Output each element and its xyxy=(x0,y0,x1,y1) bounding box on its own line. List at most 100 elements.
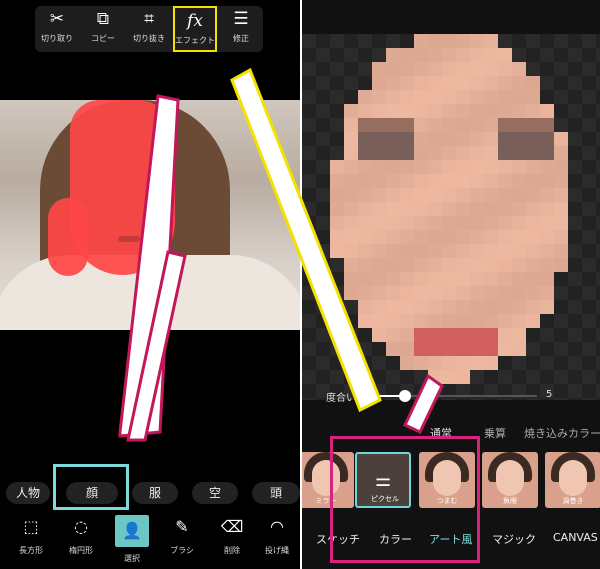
mosaic-tile xyxy=(400,174,414,188)
mosaic-tile xyxy=(498,356,512,370)
crop-tool[interactable]: ⌗ 切り抜き xyxy=(127,6,171,52)
mosaic-tile xyxy=(554,356,568,370)
mosaic-tile xyxy=(386,118,400,132)
mosaic-tile xyxy=(442,104,456,118)
mosaic-tile xyxy=(526,202,540,216)
effect-thumb-fisheye[interactable]: 魚眼 xyxy=(482,452,538,508)
mosaic-tile xyxy=(554,62,568,76)
effect-thumb-swirl[interactable]: 渦巻き xyxy=(545,452,600,508)
mosaic-tile xyxy=(316,188,330,202)
mosaic-tile xyxy=(442,216,456,230)
mosaic-tile xyxy=(554,104,568,118)
brush-tool[interactable]: ✎ ブラシ xyxy=(157,515,207,556)
mosaic-tile xyxy=(596,174,600,188)
mosaic-tile xyxy=(358,342,372,356)
rectangle-select-tool[interactable]: ⬚ 長方形 xyxy=(6,515,56,556)
mosaic-tile xyxy=(568,188,582,202)
mosaic-tile xyxy=(358,286,372,300)
mosaic-tile xyxy=(554,34,568,48)
mosaic-tile xyxy=(582,230,596,244)
effect-tool[interactable]: fx エフェクト xyxy=(173,6,217,52)
mosaic-tile xyxy=(484,62,498,76)
cutout-tool[interactable]: ✂ 切り取り xyxy=(35,6,79,52)
blend-multiply[interactable]: 乗算 xyxy=(484,425,506,441)
mosaic-tile xyxy=(372,118,386,132)
mosaic-tile xyxy=(442,90,456,104)
mosaic-tile xyxy=(442,174,456,188)
mosaic-tile xyxy=(344,328,358,342)
person-select-tool[interactable]: 👤 選択 xyxy=(107,515,157,564)
ellipse-select-tool[interactable]: ◌ 楕円形 xyxy=(56,515,106,556)
mosaic-tile xyxy=(400,118,414,132)
mosaic-tile xyxy=(596,272,600,286)
chip-person[interactable]: 人物 xyxy=(6,482,50,504)
mosaic-tile xyxy=(470,202,484,216)
intensity-slider[interactable] xyxy=(372,390,537,402)
mosaic-tile xyxy=(540,230,554,244)
mosaic-tile xyxy=(498,244,512,258)
thumb-face xyxy=(496,460,524,496)
pixelated-face-preview[interactable] xyxy=(302,34,600,400)
copy-tool[interactable]: ⧉ コピー xyxy=(81,6,125,52)
mosaic-tile xyxy=(540,48,554,62)
mosaic-tile xyxy=(498,188,512,202)
mosaic-tile xyxy=(372,272,386,286)
eraser-tool[interactable]: ⌫ 削除 xyxy=(207,515,257,556)
slider-knob[interactable] xyxy=(399,390,411,402)
mosaic-tile xyxy=(330,342,344,356)
mosaic-tile xyxy=(344,90,358,104)
mosaic-tile xyxy=(386,300,400,314)
mosaic-tile xyxy=(386,104,400,118)
mosaic-tile xyxy=(358,132,372,146)
lasso-tool[interactable]: ◠ 投げ縄 xyxy=(252,515,300,556)
blend-color-burn[interactable]: 焼き込みカラー xyxy=(524,425,600,441)
mosaic-tile xyxy=(456,90,470,104)
mosaic-tile xyxy=(554,48,568,62)
mosaic-tile xyxy=(400,356,414,370)
adjust-tool[interactable]: ☰ 修正 xyxy=(219,6,263,52)
mosaic-tile xyxy=(498,90,512,104)
mosaic-tile xyxy=(428,174,442,188)
mosaic-tile xyxy=(414,244,428,258)
mosaic-tile xyxy=(386,146,400,160)
mosaic-tile xyxy=(540,188,554,202)
mosaic-tile xyxy=(554,160,568,174)
mosaic-tile xyxy=(386,230,400,244)
mosaic-tile xyxy=(442,62,456,76)
mosaic-tile xyxy=(470,174,484,188)
category-magic[interactable]: マジック xyxy=(492,531,536,547)
category-canvas[interactable]: CANVAS xyxy=(553,531,598,544)
mosaic-tile xyxy=(428,300,442,314)
mosaic-tile xyxy=(470,188,484,202)
chip-clothes[interactable]: 服 xyxy=(132,482,178,504)
mosaic-tile xyxy=(526,188,540,202)
mosaic-tile xyxy=(358,230,372,244)
chip-sky[interactable]: 空 xyxy=(192,482,238,504)
mosaic-tile xyxy=(456,230,470,244)
mosaic-tile xyxy=(302,146,316,160)
mosaic-tile xyxy=(540,174,554,188)
mosaic-tile xyxy=(526,174,540,188)
mosaic-tile xyxy=(358,174,372,188)
mosaic-tile xyxy=(456,174,470,188)
mosaic-tile xyxy=(596,286,600,300)
mosaic-tile xyxy=(484,104,498,118)
mosaic-tile xyxy=(540,118,554,132)
mosaic-tile xyxy=(428,90,442,104)
mosaic-tile xyxy=(596,300,600,314)
mosaic-tile xyxy=(302,132,316,146)
mosaic-tile xyxy=(316,216,330,230)
copy-icon: ⧉ xyxy=(96,9,110,29)
mosaic-tile xyxy=(470,286,484,300)
mosaic-tile xyxy=(540,342,554,356)
chip-head[interactable]: 頭 xyxy=(252,482,300,504)
mosaic-tile xyxy=(526,62,540,76)
mosaic-tile xyxy=(498,34,512,48)
mosaic-tile xyxy=(582,300,596,314)
mosaic-tile xyxy=(316,244,330,258)
mosaic-tile xyxy=(358,244,372,258)
photo-canvas[interactable] xyxy=(0,100,300,330)
mosaic-tile xyxy=(540,104,554,118)
mosaic-tile xyxy=(386,216,400,230)
mosaic-tile xyxy=(596,314,600,328)
